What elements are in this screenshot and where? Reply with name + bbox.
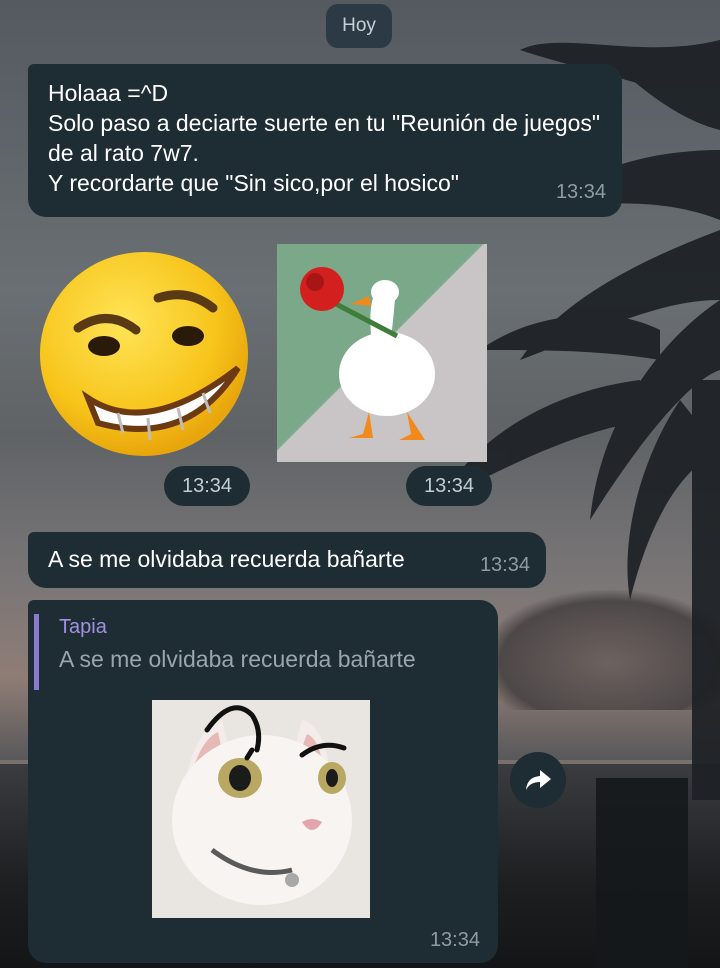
- message-text: A se me olvidaba recuerda bañarte: [48, 546, 405, 572]
- goose-icon: [300, 267, 435, 440]
- message-time: 13:34: [423, 474, 475, 497]
- message-text: Holaaa =^D Solo paso a deciarte suerte e…: [48, 80, 601, 196]
- date-separator: Hoy: [326, 4, 392, 48]
- date-label: Hoy: [342, 15, 376, 36]
- message-time: 13:34: [555, 181, 606, 203]
- cat-image: [152, 700, 370, 918]
- grinning-emoji-icon: [40, 252, 248, 456]
- grinning-emoji-sticker[interactable]: [38, 248, 250, 460]
- goose-with-rose-sticker[interactable]: [277, 244, 487, 462]
- message-time: 13:34: [479, 554, 530, 576]
- quoted-reply[interactable]: Tapia A se me olvidaba recuerda bañarte: [34, 614, 494, 690]
- reply-author: Tapia: [59, 616, 107, 638]
- message-time: 13:34: [429, 929, 480, 951]
- incoming-message-bubble[interactable]: A se me olvidaba recuerda bañarte 13:34: [28, 532, 546, 588]
- reply-photo-message-bubble[interactable]: Tapia A se me olvidaba recuerda bañarte …: [28, 600, 498, 963]
- cat-photo[interactable]: [152, 700, 370, 918]
- sticker-time-pill: 13:34: [164, 466, 250, 506]
- forward-arrow-icon: [526, 770, 551, 790]
- forward-button[interactable]: [510, 752, 566, 808]
- incoming-message-bubble[interactable]: Holaaa =^D Solo paso a deciarte suerte e…: [28, 64, 622, 217]
- wallpaper-clouds: [480, 590, 720, 710]
- reply-text: A se me olvidaba recuerda bañarte: [59, 646, 416, 672]
- sticker-time-pill: 13:34: [406, 466, 492, 506]
- message-time: 13:34: [181, 474, 233, 497]
